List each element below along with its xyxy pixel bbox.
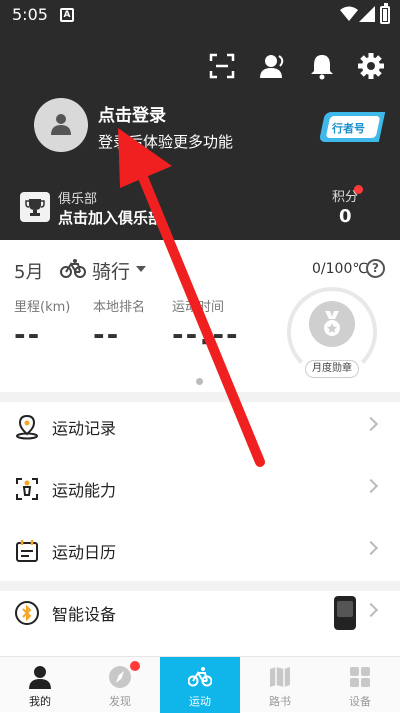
avatar[interactable] — [34, 98, 88, 152]
rider-id-badge[interactable]: 行者号 — [318, 112, 386, 142]
menu-label: 运动日历 — [52, 543, 117, 562]
points-value[interactable]: 0 — [339, 206, 352, 227]
friends-icon[interactable] — [259, 52, 287, 80]
local-rank-value: -- — [93, 318, 121, 351]
bell-icon[interactable] — [308, 52, 336, 80]
nav-label: 路书 — [269, 695, 291, 708]
nav-tab-routebook[interactable]: 路书 — [240, 657, 320, 713]
signal-icon — [359, 6, 375, 22]
menu-item-activity-records[interactable]: 运动记录 — [0, 397, 400, 457]
sim-icon: A — [60, 8, 74, 22]
trophy-icon[interactable] — [20, 192, 50, 222]
bike-icon — [188, 667, 212, 687]
month-selector[interactable]: 5月 — [14, 258, 43, 284]
club-title: 俱乐部 — [58, 192, 98, 207]
medal-icon[interactable] — [309, 301, 355, 347]
chevron-down-icon[interactable] — [136, 266, 146, 272]
distance-label: 里程(km) — [14, 300, 71, 315]
battery-icon — [380, 3, 390, 24]
page-indicator-dot — [196, 378, 203, 385]
menu-item-sport-ability[interactable]: 运动能力 — [0, 459, 400, 519]
calendar-icon — [16, 540, 38, 562]
bike-icon — [60, 259, 86, 278]
wifi-icon — [340, 6, 358, 21]
nav-tab-discover[interactable]: 发现 — [80, 657, 160, 713]
rider-id-label: 行者号 — [332, 122, 365, 135]
bike-computer-device-image — [334, 596, 356, 630]
chevron-right-icon — [363, 602, 379, 618]
help-icon[interactable]: ? — [366, 259, 385, 278]
points-notification-dot — [354, 185, 363, 194]
user-placeholder-icon — [51, 114, 71, 135]
map-icon — [270, 667, 290, 687]
profile-icon — [29, 666, 51, 689]
discover-notification-dot — [130, 661, 140, 671]
settings-gear-icon[interactable] — [357, 52, 385, 80]
monthly-progress: 0/100℃ — [312, 261, 369, 277]
menu-label: 运动能力 — [52, 481, 117, 500]
chevron-right-icon — [363, 416, 379, 432]
status-time: 5:05 — [12, 5, 48, 24]
distance-value: -- — [14, 318, 42, 351]
nav-label: 设备 — [349, 695, 371, 708]
monthly-medal-label[interactable]: 月度勋章 — [305, 360, 359, 378]
chevron-right-icon — [363, 478, 379, 494]
compass-icon — [109, 666, 131, 688]
nav-tab-sport[interactable]: 运动 — [160, 657, 240, 713]
nav-label: 发现 — [109, 695, 131, 708]
duration-label: 运动时间 — [172, 300, 225, 315]
login-subtitle[interactable]: 登录后体验更多功能 — [98, 131, 233, 152]
menu-label: 智能设备 — [52, 605, 117, 624]
join-club-link[interactable]: 点击加入俱乐部 — [58, 207, 163, 228]
status-bar: 5:05 A — [0, 0, 400, 30]
menu-item-sport-calendar[interactable]: 运动日历 — [0, 521, 400, 581]
chevron-right-icon — [363, 540, 379, 556]
bottom-navigation: 我的 发现 运动 路书 设备 — [0, 656, 400, 713]
sport-type-selector[interactable]: 骑行 — [92, 257, 130, 284]
menu-label: 运动记录 — [52, 419, 117, 438]
nav-label: 运动 — [189, 695, 211, 708]
local-rank-label: 本地排名 — [93, 300, 146, 315]
nav-label: 我的 — [29, 695, 51, 708]
nav-tab-devices[interactable]: 设备 — [320, 657, 400, 713]
grid-icon — [350, 667, 370, 687]
person-ability-icon — [16, 478, 38, 500]
duration-value: --:-- — [172, 318, 240, 351]
bluetooth-icon — [15, 601, 39, 625]
scan-icon[interactable] — [208, 52, 236, 80]
location-pin-icon — [16, 414, 38, 440]
login-title[interactable]: 点击登录 — [98, 101, 166, 126]
nav-tab-profile[interactable]: 我的 — [0, 657, 80, 713]
profile-header: 5:05 A 点击登录 登录后体验更多功能 行者号 俱乐部 点击加入俱乐部 积分… — [0, 0, 400, 240]
